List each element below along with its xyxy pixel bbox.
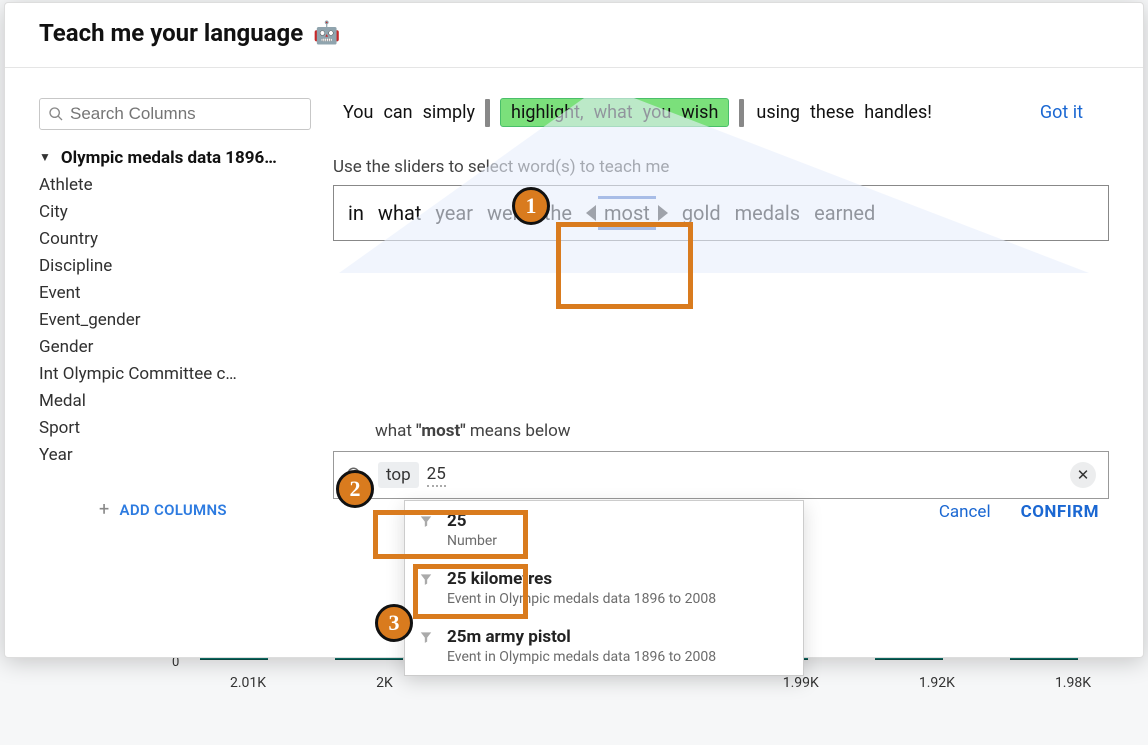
search-icon xyxy=(48,106,64,122)
filter-icon xyxy=(419,572,433,586)
got-it-link[interactable]: Got it xyxy=(1040,102,1083,123)
column-item[interactable]: Int Olympic Committee c… xyxy=(39,361,329,388)
definition-search[interactable]: top 25 ✕ 25 Number xyxy=(333,451,1109,499)
sentence-word[interactable]: year xyxy=(435,201,473,225)
column-list: Athlete City Country Discipline Event Ev… xyxy=(39,172,329,469)
tree-title: Olympic medals data 1896… xyxy=(61,148,277,168)
search-text[interactable]: 25 xyxy=(427,464,446,487)
column-item[interactable]: Gender xyxy=(39,334,329,361)
column-item[interactable]: Medal xyxy=(39,388,329,415)
instruction-word: can xyxy=(383,102,412,123)
suggestion-subtitle: Event in Olympic medals data 1896 to 200… xyxy=(447,649,716,665)
sentence-word[interactable]: what xyxy=(378,201,421,225)
instruction-row: You can simply highlight, what you wish … xyxy=(343,98,1109,127)
column-item[interactable]: Event xyxy=(39,280,329,307)
sentence-word[interactable]: gold xyxy=(682,201,721,225)
slider-handle-left-demo[interactable] xyxy=(485,99,490,127)
filter-icon xyxy=(419,514,433,528)
highlight-demo: highlight, what you wish xyxy=(500,98,729,127)
column-item[interactable]: Discipline xyxy=(39,253,329,280)
tree-header[interactable]: ▼ Olympic medals data 1896… xyxy=(39,148,329,168)
slider-handle-right-demo[interactable] xyxy=(739,99,744,127)
plus-icon: + xyxy=(99,499,110,520)
filter-icon xyxy=(419,630,433,644)
suggestion-item[interactable]: 25 Number xyxy=(405,501,803,559)
slider-handle-left[interactable] xyxy=(586,205,596,221)
annotation-badge-3: 3 xyxy=(375,604,413,642)
annotation-badge-2: 2 xyxy=(336,470,374,508)
suggestion-title: 25 xyxy=(447,511,497,531)
suggestion-title: 25 kilometres xyxy=(447,569,716,589)
suggestion-subtitle: Event in Olympic medals data 1896 to 200… xyxy=(447,591,716,607)
column-item[interactable]: City xyxy=(39,199,329,226)
instruction-word: these xyxy=(810,102,854,123)
instruction-word: simply xyxy=(423,102,475,123)
sentence-box: in what year were the most gold medals e… xyxy=(333,185,1109,241)
selected-word[interactable]: most xyxy=(604,200,650,226)
cancel-button[interactable]: Cancel xyxy=(939,502,991,522)
modal-header: Teach me your language 🤖 xyxy=(5,3,1143,68)
instruction-word: handles! xyxy=(864,102,932,123)
column-item[interactable]: Sport xyxy=(39,415,329,442)
sentence-word[interactable]: in xyxy=(348,201,364,225)
add-columns-button[interactable]: + ADD COLUMNS xyxy=(99,499,329,520)
annotation-badge-1: 1 xyxy=(512,187,550,225)
instruction-word: using xyxy=(756,102,800,123)
suggestion-title: 25m army pistol xyxy=(447,627,716,647)
confirm-button[interactable]: CONFIRM xyxy=(1021,502,1099,522)
robot-icon: 🤖 xyxy=(313,21,340,46)
instruction-word: You xyxy=(343,102,373,123)
modal-actions: Cancel CONFIRM xyxy=(939,502,1099,522)
add-columns-label: ADD COLUMNS xyxy=(120,501,227,519)
suggestion-subtitle: Number xyxy=(447,533,497,549)
column-item[interactable]: Athlete xyxy=(39,172,329,199)
column-item[interactable]: Country xyxy=(39,226,329,253)
slider-handle-right[interactable] xyxy=(658,205,668,221)
sentence-word[interactable]: medals xyxy=(735,201,801,225)
sidebar: ▼ Olympic medals data 1896… Athlete City… xyxy=(39,98,329,520)
search-token[interactable]: top xyxy=(378,462,419,488)
use-sliders-label: Use the sliders to select word(s) to tea… xyxy=(333,157,1109,177)
column-item[interactable]: Event_gender xyxy=(39,307,329,334)
suggestion-item[interactable]: 25m army pistol Event in Olympic medals … xyxy=(405,617,803,675)
search-columns-input[interactable] xyxy=(70,104,302,124)
main-panel: You can simply highlight, what you wish … xyxy=(329,98,1109,520)
column-item[interactable]: Year xyxy=(39,442,329,469)
clear-button[interactable]: ✕ xyxy=(1070,462,1096,488)
modal-title: Teach me your language xyxy=(39,19,303,47)
suggestion-dropdown: 25 Number 25 kilometres Event in Olympic… xyxy=(404,500,804,676)
search-columns[interactable] xyxy=(39,98,311,130)
define-label: what "most" means below xyxy=(375,421,1109,441)
close-icon: ✕ xyxy=(1077,466,1090,484)
teach-language-modal: Teach me your language 🤖 ▼ Olympic medal… xyxy=(4,2,1144,658)
chevron-down-icon: ▼ xyxy=(39,150,51,164)
suggestion-item[interactable]: 25 kilometres Event in Olympic medals da… xyxy=(405,559,803,617)
sentence-word[interactable]: earned xyxy=(814,201,875,225)
